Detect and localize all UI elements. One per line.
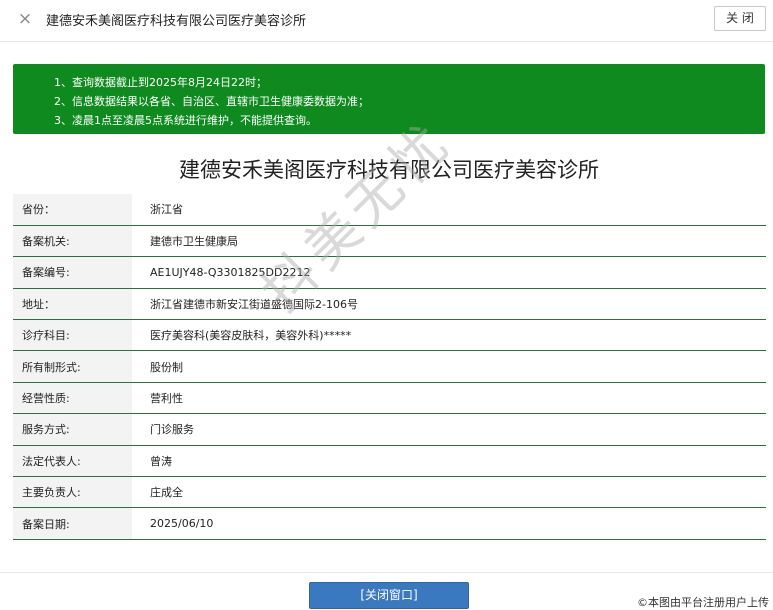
field-label: 地址：: [13, 288, 132, 321]
table-row: 经营性质: 营利性: [13, 382, 766, 415]
notice-line: 1、查询数据截止到2025年8月24日22时；: [54, 76, 267, 89]
field-label: 主要负责人:: [13, 476, 132, 509]
field-value: 2025/06/10: [132, 507, 766, 540]
table-row: 省份： 浙江省: [13, 194, 766, 226]
table-row: 备案日期: 2025/06/10: [13, 507, 766, 540]
field-value: 门诊服务: [132, 413, 766, 446]
upload-source-note: ©本图由平台注册用户上传: [637, 596, 769, 609]
table-row: 主要负责人: 庄成全: [13, 476, 766, 509]
notice-line: 2、信息数据结果以各省、自治区、直辖市卫生健康委数据为准；: [54, 95, 369, 108]
field-value: 医疗美容科(美容皮肤科，美容外科)*****: [132, 319, 766, 352]
window-title: 建德安禾美阁医疗科技有限公司医疗美容诊所: [46, 14, 307, 29]
field-label: 备案机关:: [13, 225, 132, 258]
footer-divider: [0, 572, 773, 573]
field-value: 浙江省建德市新安江街道盛德国际2-106号: [132, 288, 766, 321]
field-label: 经营性质:: [13, 382, 132, 415]
table-row: 所有制形式: 股份制: [13, 350, 766, 383]
field-label: 服务方式:: [13, 413, 132, 446]
field-value: 营利性: [132, 382, 766, 415]
page-title: 建德安禾美阁医疗科技有限公司医疗美容诊所: [179, 158, 599, 182]
field-value: 建德市卫生健康局: [132, 225, 766, 258]
field-value: AE1UJY48-Q3301825DD2212: [132, 256, 766, 289]
close-x-icon[interactable]: ×: [14, 8, 36, 30]
table-row: 地址： 浙江省建德市新安江街道盛德国际2-106号: [13, 288, 766, 321]
table-row: 备案机关: 建德市卫生健康局: [13, 225, 766, 258]
field-label: 备案编号:: [13, 256, 132, 289]
close-window-button[interactable]: [关闭窗口]: [309, 582, 469, 609]
close-button[interactable]: 关 闭: [714, 6, 766, 31]
field-value: 庄成全: [132, 476, 766, 509]
field-value: 浙江省: [132, 194, 766, 226]
field-value: 股份制: [132, 350, 766, 383]
table-row: 服务方式: 门诊服务: [13, 413, 766, 446]
window-titlebar: × 建德安禾美阁医疗科技有限公司医疗美容诊所 关 闭: [0, 0, 773, 42]
notice-line: 3、凌晨1点至凌晨5点系统进行维护，不能提供查询。: [54, 114, 317, 127]
info-table: 省份： 浙江省 备案机关: 建德市卫生健康局 备案编号: AE1UJY48-Q3…: [13, 194, 766, 540]
table-row: 法定代表人: 曾涛: [13, 445, 766, 478]
field-label: 备案日期:: [13, 507, 132, 540]
notice-banner: 1、查询数据截止到2025年8月24日22时； 2、信息数据结果以各省、自治区、…: [13, 64, 765, 134]
field-value: 曾涛: [132, 445, 766, 478]
field-label: 法定代表人:: [13, 445, 132, 478]
field-label: 省份：: [13, 194, 132, 226]
field-label: 诊疗科目:: [13, 319, 132, 352]
table-row: 诊疗科目: 医疗美容科(美容皮肤科，美容外科)*****: [13, 319, 766, 352]
table-row: 备案编号: AE1UJY48-Q3301825DD2212: [13, 256, 766, 289]
field-label: 所有制形式:: [13, 350, 132, 383]
